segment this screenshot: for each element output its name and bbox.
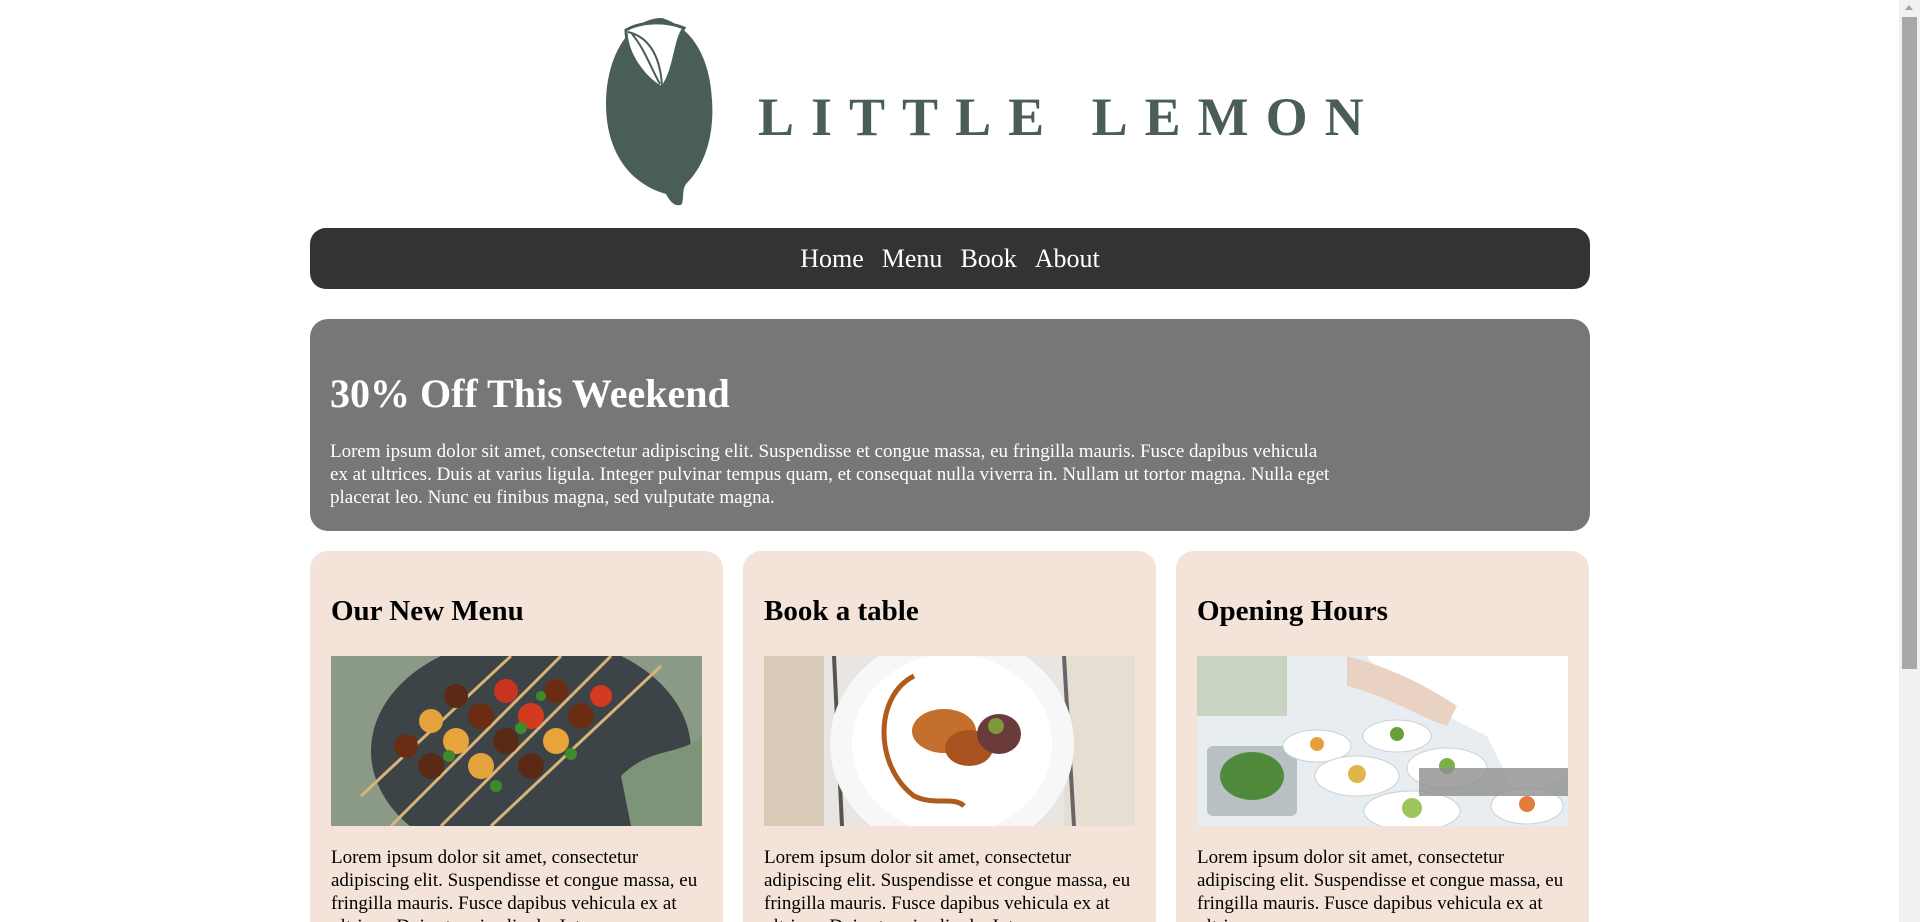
card-text: Lorem ipsum dolor sit amet, consectetur … [764, 847, 1131, 922]
nav-book-link[interactable]: Book [951, 244, 1025, 274]
site-header: LITTLE LEMON [600, 12, 1364, 208]
card-opening-hours: Opening Hours Lorem ipsum dolor sit amet… [1176, 551, 1589, 922]
brand-name: LITTLE LEMON [758, 87, 1381, 147]
plated-dish-photo [764, 656, 1135, 826]
promo-text: Lorem ipsum dolor sit amet, consectetur … [330, 441, 1330, 508]
scrollbar-up-arrow-icon[interactable] [1905, 5, 1913, 10]
page: LITTLE LEMON Home Menu Book About 30% Of… [0, 0, 1899, 922]
card-book-table: Book a table Lorem ipsum dolor sit amet,… [743, 551, 1156, 922]
nav-about-link[interactable]: About [1026, 244, 1109, 274]
grilled-skewers-photo [331, 656, 702, 826]
card-title: Opening Hours [1197, 595, 1388, 627]
card-text: Lorem ipsum dolor sit amet, consectetur … [1197, 847, 1564, 922]
lemon-logo-icon [606, 18, 713, 206]
nav-menu-link[interactable]: Menu [873, 244, 952, 274]
promo-banner: 30% Off This Weekend Lorem ipsum dolor s… [310, 319, 1590, 531]
scrollbar-thumb[interactable] [1902, 17, 1917, 669]
card-new-menu: Our New Menu Lorem ipsum dolor sit amet,… [310, 551, 723, 922]
main-nav: Home Menu Book About [310, 228, 1590, 289]
promo-title: 30% Off This Weekend [330, 371, 730, 416]
card-title: Book a table [764, 595, 919, 627]
card-text: Lorem ipsum dolor sit amet, consectetur … [331, 847, 698, 922]
page-scrollbar[interactable] [1899, 0, 1920, 922]
card-title: Our New Menu [331, 595, 524, 627]
nav-home-link[interactable]: Home [791, 244, 873, 274]
chef-plating-photo [1197, 656, 1568, 826]
